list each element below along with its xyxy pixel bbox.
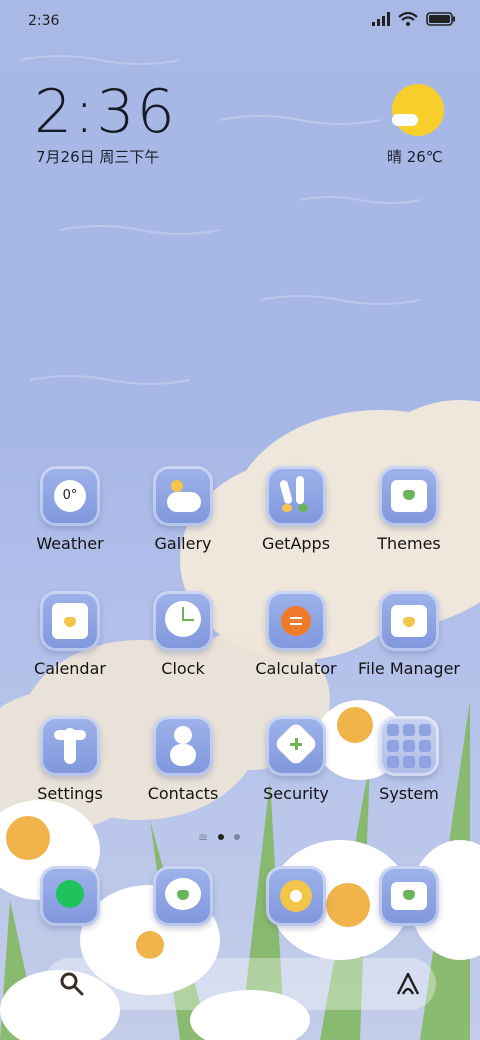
status-icons bbox=[372, 12, 456, 26]
clock-widget-time[interactable]: 2:36 bbox=[34, 82, 177, 142]
app-settings[interactable]: Settings bbox=[15, 716, 125, 803]
themes-icon bbox=[379, 466, 439, 526]
weather-widget-text: 晴 26℃ bbox=[387, 148, 443, 166]
getapps-icon bbox=[266, 466, 326, 526]
calendar-icon bbox=[40, 591, 100, 651]
app-security[interactable]: Security bbox=[241, 716, 351, 803]
messages-icon bbox=[153, 866, 213, 926]
app-themes[interactable]: Themes bbox=[354, 466, 464, 553]
sunny-cloud-icon[interactable] bbox=[392, 84, 444, 136]
signal-icon bbox=[372, 12, 390, 26]
app-label: Calendar bbox=[34, 659, 106, 678]
page-dot-active bbox=[218, 834, 225, 840]
app-calculator[interactable]: Calculator bbox=[241, 591, 351, 678]
calculator-icon bbox=[266, 591, 326, 651]
app-weather[interactable]: 0° Weather bbox=[15, 466, 125, 553]
wifi-icon bbox=[398, 12, 418, 26]
clock-icon bbox=[153, 591, 213, 651]
search-bar[interactable] bbox=[44, 958, 436, 1010]
app-gallery[interactable]: Gallery bbox=[128, 466, 238, 553]
weather-icon: 0° bbox=[40, 466, 100, 526]
app-label: Weather bbox=[36, 534, 104, 553]
app-calendar[interactable]: Calendar bbox=[15, 591, 125, 678]
gallery-icon bbox=[153, 466, 213, 526]
app-label: Calculator bbox=[255, 659, 337, 678]
security-icon bbox=[266, 716, 326, 776]
dock-phone[interactable] bbox=[40, 866, 100, 926]
search-icon[interactable] bbox=[58, 970, 86, 998]
app-label: GetApps bbox=[261, 534, 331, 553]
page-indicator[interactable]: ≡ bbox=[198, 830, 241, 844]
app-label: Contacts bbox=[147, 784, 219, 803]
app-label: System bbox=[379, 784, 439, 803]
weather-icon-temp: 0° bbox=[54, 480, 86, 512]
phone-icon bbox=[40, 866, 100, 926]
app-label: Themes bbox=[377, 534, 441, 553]
app-label: Gallery bbox=[154, 534, 212, 553]
app-label: Clock bbox=[161, 659, 205, 678]
dock-messages[interactable] bbox=[153, 866, 213, 926]
battery-icon bbox=[426, 12, 455, 26]
app-label: File Manager bbox=[358, 659, 460, 678]
contacts-icon bbox=[153, 716, 213, 776]
clock-widget-date: 7月26日 周三下午 bbox=[36, 148, 160, 166]
status-time: 2:36 bbox=[28, 13, 60, 29]
system-folder-icon bbox=[379, 716, 439, 776]
status-bar: 2:36 bbox=[0, 0, 480, 40]
app-getapps[interactable]: GetApps bbox=[241, 466, 351, 553]
dock-camera[interactable] bbox=[379, 866, 439, 926]
app-file-manager[interactable]: File Manager bbox=[354, 591, 464, 678]
app-label: Settings bbox=[37, 784, 103, 803]
dock-browser[interactable] bbox=[266, 866, 326, 926]
cloud-shape bbox=[392, 114, 418, 126]
app-contacts[interactable]: Contacts bbox=[128, 716, 238, 803]
settings-icon bbox=[40, 716, 100, 776]
app-clock[interactable]: Clock bbox=[128, 591, 238, 678]
folder-icon bbox=[379, 591, 439, 651]
app-label: Security bbox=[263, 784, 329, 803]
camera-icon bbox=[379, 866, 439, 926]
assistant-icon[interactable] bbox=[394, 970, 422, 998]
browser-icon bbox=[266, 866, 326, 926]
page-dot bbox=[234, 834, 241, 840]
home-list-icon: ≡ bbox=[198, 830, 209, 844]
app-system-folder[interactable]: System bbox=[354, 716, 464, 803]
